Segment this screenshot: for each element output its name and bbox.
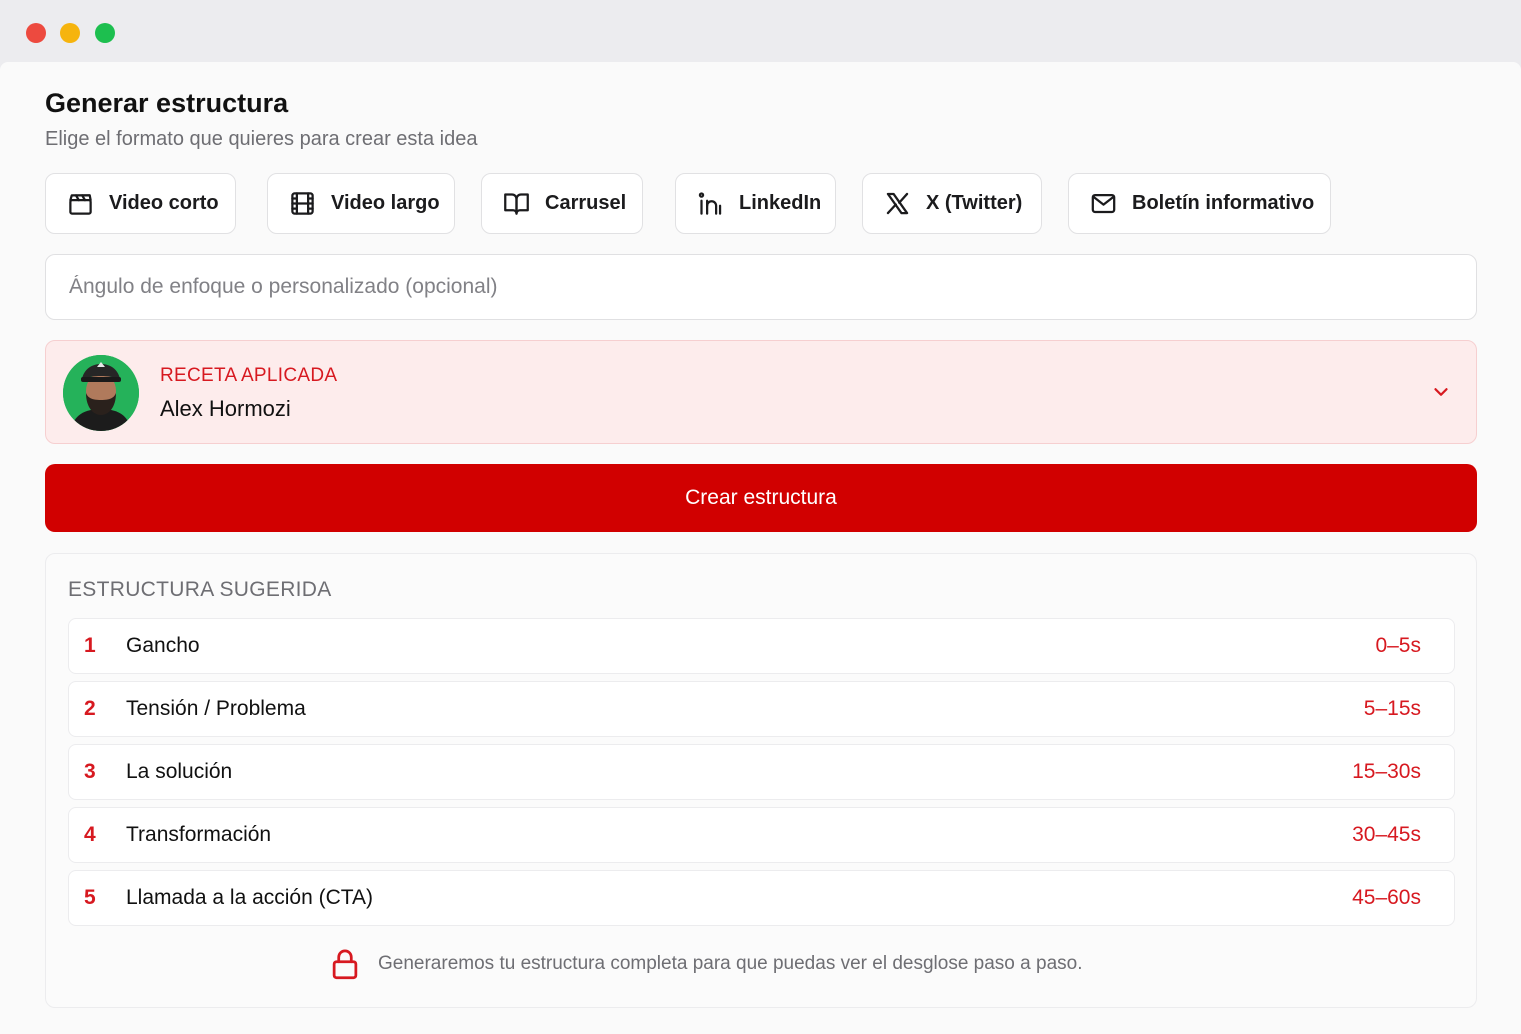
step-number: 2 [84, 697, 96, 720]
linkedin-icon [696, 190, 724, 218]
format-label: Carrusel [545, 192, 627, 214]
step-number: 1 [84, 634, 96, 657]
recipe-dropdown[interactable]: RECETA APLICADA Alex Hormozi [45, 340, 1477, 444]
list-item: 1 Gancho 0–5s [68, 618, 1455, 674]
film-icon [288, 190, 316, 218]
minimize-window-button[interactable] [60, 23, 80, 43]
step-duration: 5–15s [1363, 697, 1421, 720]
recipe-label: RECETA APLICADA [160, 365, 338, 386]
angle-input[interactable] [45, 254, 1477, 320]
recipe-name: Alex Hormozi [160, 396, 291, 421]
info-note-text: Generaremos tu estructura completa para … [378, 953, 1083, 974]
format-label: Video largo [331, 192, 440, 214]
format-button-linkedin[interactable]: LinkedIn [675, 173, 836, 234]
step-duration: 30–45s [1352, 823, 1421, 846]
create-structure-button[interactable]: Crear estructura [45, 464, 1477, 532]
step-duration: 45–60s [1352, 886, 1421, 909]
format-button-x-twitter[interactable]: X (Twitter) [862, 173, 1042, 234]
chevron-down-icon[interactable] [1430, 381, 1452, 403]
step-label: Tensión / Problema [126, 697, 306, 720]
step-duration: 15–30s [1352, 760, 1421, 783]
lock-icon [331, 948, 359, 980]
format-button-boletin[interactable]: Boletín informativo [1068, 173, 1331, 234]
format-label: X (Twitter) [926, 192, 1023, 214]
book-open-icon [502, 190, 530, 218]
format-label: Video corto [109, 192, 219, 214]
mail-icon [1089, 190, 1117, 218]
window-titlebar [0, 0, 1521, 62]
avatar [63, 355, 139, 431]
x-logo-icon [883, 190, 911, 218]
step-number: 5 [84, 886, 96, 909]
main-window: Generar estructura Elige el formato que … [0, 62, 1521, 1034]
format-label: LinkedIn [739, 192, 822, 214]
maximize-window-button[interactable] [95, 23, 115, 43]
format-button-video-largo[interactable]: Video largo [267, 173, 455, 234]
step-number: 3 [84, 760, 96, 783]
section-title: ESTRUCTURA SUGERIDA [68, 578, 332, 601]
format-button-video-corto[interactable]: Video corto [45, 173, 236, 234]
page-subtitle: Elige el formato que quieres para crear … [45, 128, 478, 150]
list-item: 5 Llamada a la acción (CTA) 45–60s [68, 870, 1455, 926]
step-number: 4 [84, 823, 96, 846]
step-label: Transformación [126, 823, 272, 846]
format-button-carrusel[interactable]: Carrusel [481, 173, 643, 234]
page-title: Generar estructura [45, 88, 289, 118]
step-label: Gancho [126, 634, 200, 657]
list-item: 3 La solución 15–30s [68, 744, 1455, 800]
list-item: 2 Tensión / Problema 5–15s [68, 681, 1455, 737]
step-label: Llamada a la acción (CTA) [126, 886, 374, 909]
close-window-button[interactable] [26, 23, 46, 43]
list-item: 4 Transformación 30–45s [68, 807, 1455, 863]
clapperboard-icon [66, 190, 94, 218]
info-note: Generaremos tu estructura completa para … [331, 947, 1082, 981]
format-label: Boletín informativo [1132, 192, 1315, 214]
step-duration: 0–5s [1375, 634, 1421, 657]
suggested-structure-panel: ESTRUCTURA SUGERIDA 1 Gancho 0–5s 2 Tens… [45, 553, 1477, 1008]
step-label: La solución [126, 760, 233, 783]
